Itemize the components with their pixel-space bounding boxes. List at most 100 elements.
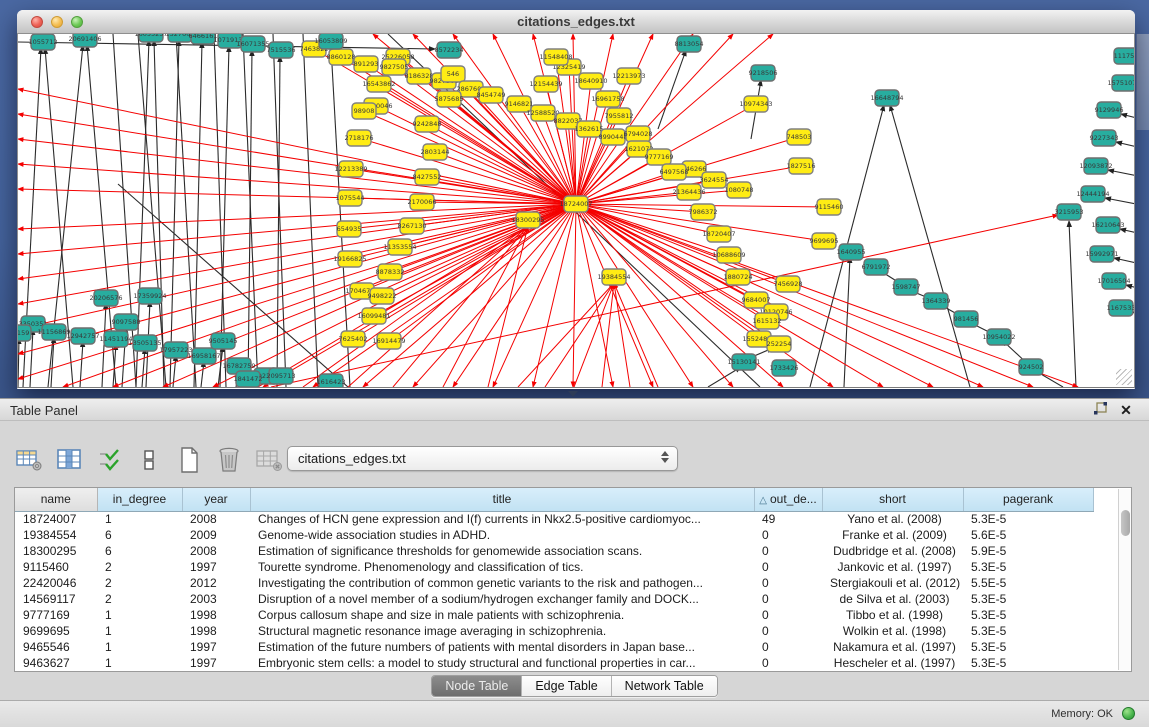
graph-node[interactable]: 10954022 (982, 329, 1015, 345)
tab-node-table[interactable]: Node Table (432, 676, 522, 696)
graph-node[interactable]: 20206576 (89, 290, 122, 306)
graph-node[interactable]: 5875685 (435, 91, 464, 107)
graph-node[interactable]: 9699695 (810, 233, 839, 249)
graph-node[interactable]: 16071355 (236, 36, 269, 52)
graph-node[interactable]: 6794028 (624, 126, 653, 142)
graph-node[interactable]: 1616423 (317, 374, 346, 388)
graph-node[interactable]: 1080748 (725, 182, 754, 198)
graph-node[interactable]: 6791972 (862, 259, 891, 275)
graph-node[interactable]: 12154439 (529, 76, 562, 92)
table-row[interactable]: 2242004622012Investigating the contribut… (15, 575, 1093, 591)
graph-node[interactable]: 1880724 (724, 269, 753, 285)
table-row[interactable]: 946554611997Estimation of the future num… (15, 639, 1093, 655)
graph-node[interactable]: 7625402 (339, 331, 368, 347)
table-row[interactable]: 946362711997Embryonic stem cells: a mode… (15, 655, 1093, 671)
graph-node[interactable]: 7456928 (774, 276, 803, 292)
graph-node[interactable]: 1733426 (770, 360, 799, 376)
graph-node[interactable]: 891293 (354, 56, 379, 72)
graph-node[interactable]: 9129946 (1095, 102, 1124, 118)
graph-node[interactable]: 1640955 (837, 244, 866, 260)
graph-node[interactable]: 18640910 (574, 73, 607, 89)
table-vertical-scrollbar[interactable] (1118, 489, 1131, 670)
graph-node[interactable]: 8427552 (413, 169, 442, 185)
graph-node[interactable]: 16210643 (1091, 217, 1124, 233)
graph-node[interactable]: 9227343 (1090, 130, 1119, 146)
graph-node[interactable]: 748503 (787, 129, 812, 145)
graph-node[interactable]: 11548408 (539, 49, 572, 65)
graph-node[interactable]: 1841472 (234, 371, 263, 387)
graph-node[interactable]: 9498222 (368, 288, 397, 304)
graph-node[interactable]: 12093872 (1079, 158, 1112, 174)
graph-node[interactable]: 9115460 (815, 199, 844, 215)
table-row[interactable]: 1872400712008Changes of HCN gene express… (15, 511, 1093, 527)
graph-node[interactable]: 18724007 (559, 196, 592, 212)
delete-trash-button[interactable] (214, 445, 244, 475)
graph-node[interactable]: 8267130 (398, 218, 427, 234)
graph-node[interactable]: 16099481 (357, 308, 390, 324)
table-select-dropdown[interactable]: citations_edges.txt (287, 446, 678, 471)
graph-node[interactable]: 15751074 (1107, 75, 1135, 91)
graph-node[interactable]: 16053809 (314, 34, 347, 49)
column-header-title[interactable]: title (250, 488, 754, 511)
graph-node[interactable]: 9218506 (749, 65, 778, 81)
graph-node[interactable]: 2718176 (345, 130, 374, 146)
column-header-short[interactable]: short (822, 488, 963, 511)
graph-node[interactable]: 12213389 (334, 161, 367, 177)
window-resize-grip[interactable] (1116, 369, 1132, 385)
graph-node[interactable]: 924502 (1019, 359, 1044, 375)
graph-node[interactable]: 19166825 (333, 251, 366, 267)
network-svg[interactable]: 1872400718300295193845547463822886012889… (18, 34, 1135, 388)
graph-node[interactable]: 1055712 (29, 34, 58, 50)
graph-node[interactable]: 7515536 (267, 42, 296, 58)
graph-node[interactable]: 19384554 (597, 269, 630, 285)
graph-node[interactable]: 8813054 (675, 36, 704, 52)
scrollbar-thumb[interactable] (1121, 510, 1130, 536)
graph-node[interactable]: 8860128 (327, 49, 356, 65)
graph-node[interactable]: 1598747 (892, 279, 921, 295)
graph-node[interactable]: 11353554 (383, 239, 416, 255)
graph-node[interactable]: 10974343 (739, 96, 772, 112)
panel-splitter-handle[interactable] (568, 391, 578, 397)
graph-node[interactable]: 12444194 (1076, 186, 1109, 202)
graph-node[interactable]: 16055257 (134, 34, 167, 42)
network-canvas[interactable]: 1872400718300295193845547463822886012889… (17, 34, 1135, 388)
graph-node[interactable]: 9097588 (112, 314, 141, 330)
row-height-button[interactable] (134, 445, 164, 475)
graph-node[interactable]: 7955812 (605, 108, 634, 124)
graph-node[interactable]: 18720407 (702, 226, 735, 242)
graph-node[interactable]: 20691406 (68, 34, 101, 47)
tab-edge-table[interactable]: Edge Table (522, 676, 611, 696)
column-header-outde[interactable]: △out_de... (754, 488, 822, 511)
graph-node[interactable]: 981456 (954, 311, 979, 327)
graph-node[interactable]: 7986372 (689, 204, 718, 220)
new-file-button[interactable] (174, 445, 204, 475)
graph-node[interactable]: 16648794 (870, 90, 903, 106)
graph-node[interactable]: 1075544 (336, 190, 365, 206)
table-row[interactable]: 977716911998Corpus callosum shape and si… (15, 607, 1093, 623)
graph-node[interactable]: 18300295 (511, 212, 544, 228)
graph-node[interactable]: 111753 (1114, 48, 1135, 64)
graph-node[interactable]: 2170066 (408, 194, 437, 210)
close-panel-icon[interactable]: ✕ (1117, 402, 1135, 418)
table-row[interactable]: 969969511998Structural magnetic resonanc… (15, 623, 1093, 639)
graph-node[interactable]: 98908 (352, 103, 376, 119)
graph-node[interactable]: 16961758 (591, 91, 624, 107)
graph-node[interactable]: 13505135 (128, 335, 161, 351)
column-header-pagerank[interactable]: pagerank (963, 488, 1093, 511)
graph-node[interactable]: 1364339 (922, 293, 951, 309)
table-row[interactable]: 1456911722003Disruption of a novel membe… (15, 591, 1093, 607)
table-settings-button[interactable] (14, 445, 44, 475)
graph-node[interactable]: 8454749 (477, 87, 506, 103)
graph-node[interactable]: 21364436 (672, 184, 705, 200)
graph-node[interactable]: 9777169 (645, 149, 674, 165)
graph-node[interactable]: 654935 (337, 221, 362, 237)
graph-node[interactable]: 39159 (18, 325, 31, 341)
graph-node[interactable]: 2095713 (267, 368, 296, 384)
graph-node[interactable]: 17016504 (1097, 273, 1130, 289)
graph-node[interactable]: 1615132 (753, 313, 782, 329)
graph-node[interactable]: 16543862 (362, 76, 395, 92)
graph-node[interactable]: 15130141 (727, 354, 760, 370)
table-row[interactable]: 1938455462009Genome-wide association stu… (15, 527, 1093, 543)
graph-node[interactable]: 9505145 (209, 333, 238, 349)
select-column-button[interactable] (54, 445, 84, 475)
